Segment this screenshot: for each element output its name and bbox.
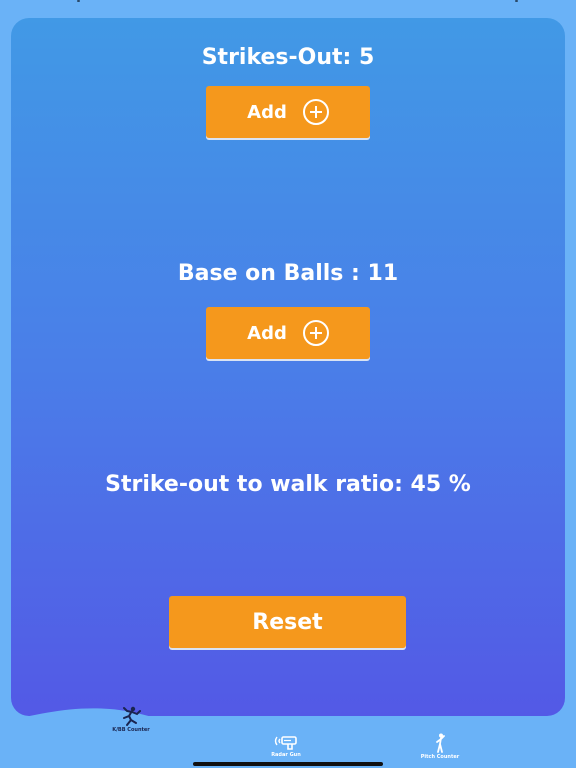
add-strikeout-label: Add — [247, 101, 287, 123]
radar-gun-icon — [274, 736, 297, 750]
tab-kbb-counter[interactable]: K/BB Counter — [108, 706, 154, 733]
status-bar — [0, 0, 576, 10]
reset-button[interactable]: Reset — [169, 596, 406, 648]
tab-kbb-counter-label: K/BB Counter — [112, 727, 150, 733]
counter-card: Strikes-Out: 5 Add Base on Balls : 11 Ad… — [11, 18, 565, 716]
pitcher-icon — [123, 706, 141, 726]
add-strikeout-button[interactable]: Add — [206, 86, 370, 138]
tab-radar-gun-label: Radar Gun — [271, 752, 301, 758]
tab-pitch-counter-label: Pitch Counter — [420, 754, 460, 760]
tab-pitch-counter[interactable]: Pitch Counter — [418, 733, 462, 760]
status-indicator — [77, 0, 80, 2]
plus-circle-icon — [302, 320, 329, 346]
home-indicator[interactable] — [193, 762, 383, 766]
status-indicator — [515, 0, 518, 2]
plus-circle-icon — [302, 99, 329, 125]
add-walk-button[interactable]: Add — [206, 307, 370, 359]
tab-radar-gun[interactable]: Radar Gun — [266, 733, 306, 758]
strikeouts-title: Strikes-Out: 5 — [201, 45, 375, 70]
walks-title: Base on Balls : 11 — [177, 261, 399, 286]
pitch-counter-icon — [436, 733, 445, 753]
add-walk-label: Add — [247, 322, 287, 344]
strikeout-walk-ratio: Strike-out to walk ratio: 45 % — [105, 472, 471, 497]
